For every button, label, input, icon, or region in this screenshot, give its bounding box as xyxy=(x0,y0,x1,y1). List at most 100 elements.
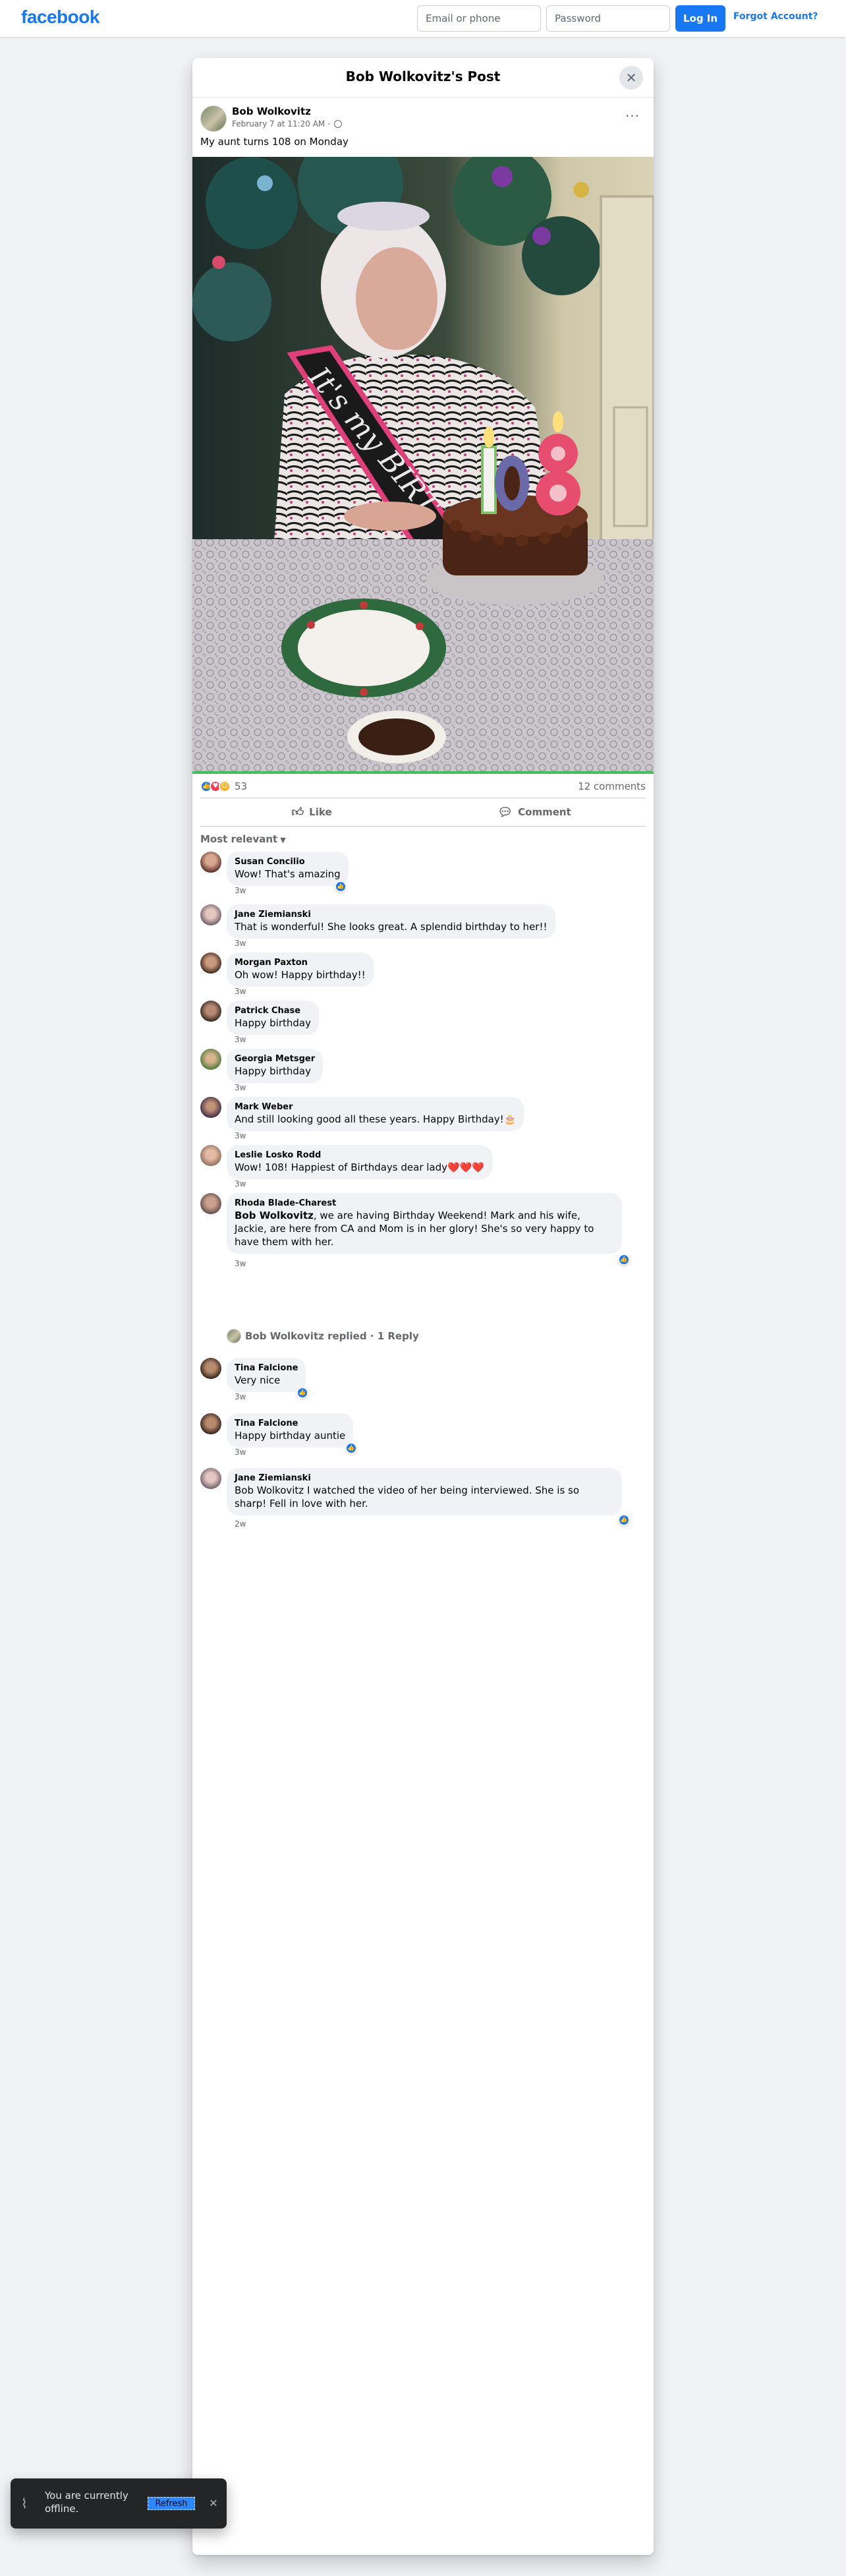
close-button[interactable]: ✕ xyxy=(619,66,643,90)
comment-text-body: Wow! 108! Happiest of Birthdays dear lad… xyxy=(235,1161,448,1173)
close-icon: ✕ xyxy=(625,70,637,86)
comment-like-badge-icon[interactable]: 👍 xyxy=(618,1514,630,1526)
replier-avatar xyxy=(227,1329,241,1343)
commenter-avatar[interactable] xyxy=(200,1097,221,1118)
post-meta: February 7 at 11:20 AM · xyxy=(232,119,343,129)
modal-header: Bob Wolkovitz's Post ✕ xyxy=(192,58,654,98)
comment-timestamp[interactable]: 3w xyxy=(235,1035,246,1044)
commenter-name[interactable]: Jane Ziemianski xyxy=(235,1473,614,1484)
plate xyxy=(298,610,430,686)
close-icon: ✕ xyxy=(209,2497,218,2509)
view-replies-link[interactable]: Bob Wolkovitz replied · 1 Reply xyxy=(227,1329,419,1343)
commenter-name[interactable]: Jane Ziemianski xyxy=(235,910,548,920)
cake-emoji-icon: 🎂 xyxy=(503,1113,517,1125)
commenter-avatar[interactable] xyxy=(200,1145,221,1166)
password-field[interactable] xyxy=(546,5,670,32)
more-icon: ··· xyxy=(625,108,640,124)
author-avatar[interactable] xyxy=(200,105,227,132)
close-toast-button[interactable]: ✕ xyxy=(206,2496,221,2511)
comment-timestamp[interactable]: 3w xyxy=(235,886,246,895)
commenter-name[interactable]: Leslie Losko Rodd xyxy=(235,1150,484,1161)
post-date[interactable]: February 7 at 11:20 AM xyxy=(232,119,325,129)
commenter-name[interactable]: Patrick Chase xyxy=(235,1006,311,1016)
comment-count-link[interactable]: 12 comments xyxy=(578,780,646,792)
commenter-name[interactable]: Georgia Metsger xyxy=(235,1054,315,1065)
comment-timestamp[interactable]: 3w xyxy=(235,1392,246,1401)
commenter-avatar[interactable] xyxy=(200,1001,221,1022)
care-reaction-icon: ☺ xyxy=(219,780,231,792)
commenter-avatar[interactable] xyxy=(200,952,221,974)
like-label: Like xyxy=(309,806,332,818)
offline-message: You are currently offline. xyxy=(45,2490,128,2515)
globe-icon xyxy=(334,120,343,128)
commenter-name[interactable]: Tina Falcione xyxy=(235,1419,345,1429)
top-navigation-bar: facebook Log In Forgot Account? xyxy=(0,0,846,37)
comment-text: Oh wow! Happy birthday!! xyxy=(235,969,366,981)
commenter-avatar[interactable] xyxy=(200,1413,221,1434)
speech-bubble-icon: 💬︎ xyxy=(497,805,513,819)
login-button[interactable]: Log In xyxy=(675,5,725,32)
post-photo[interactable]: It's my BIRT xyxy=(192,157,654,774)
comment-bubble: Mark Weber And still looking good all th… xyxy=(227,1097,524,1131)
comment-like-badge-icon[interactable]: 👍 xyxy=(296,1387,308,1399)
meta-separator: · xyxy=(327,119,331,129)
comment-button[interactable]: 💬︎ Comment xyxy=(423,798,646,826)
commenter-avatar[interactable] xyxy=(200,1193,221,1214)
post-text: My aunt turns 108 on Monday xyxy=(200,136,349,148)
comment-text: Bob Wolkovitz I watched the video of her… xyxy=(235,1484,580,1509)
reaction-summary[interactable]: 👍 ♥ ☺ 53 xyxy=(200,780,247,792)
commenter-name[interactable]: Morgan Paxton xyxy=(235,958,366,968)
commenter-name[interactable]: Rhoda Blade-Charest xyxy=(235,1198,614,1209)
commenter-avatar[interactable] xyxy=(200,1049,221,1070)
comment-timestamp[interactable]: 3w xyxy=(235,1448,246,1457)
comment-bubble: Tina Falcione Happy birthday auntie xyxy=(227,1413,354,1448)
wifi-off-icon: ⌇ xyxy=(21,2496,28,2511)
comment-timestamp[interactable]: 2w xyxy=(235,1519,246,1529)
comment-timestamp[interactable]: 3w xyxy=(235,987,246,996)
comment-bubble: Georgia Metsger Happy birthday xyxy=(227,1049,324,1083)
tiara xyxy=(337,202,430,231)
comment-text: That is wonderful! She looks great. A sp… xyxy=(235,921,548,933)
comment-text-body: And still looking good all these years. … xyxy=(235,1113,504,1125)
comment-like-badge-icon[interactable]: 👍 xyxy=(335,881,347,893)
comment-like-badge-icon[interactable]: 👍 xyxy=(345,1442,357,1454)
post-action-bar: 👍︎ Like 💬︎ Comment xyxy=(200,798,646,827)
commenter-avatar[interactable] xyxy=(200,1358,221,1379)
facebook-logo[interactable]: facebook xyxy=(21,7,99,28)
caret-down-icon: ▼ xyxy=(280,836,286,844)
comment-timestamp[interactable]: 3w xyxy=(235,1179,246,1188)
like-button[interactable]: 👍︎ Like xyxy=(200,798,423,826)
email-field[interactable] xyxy=(417,5,541,32)
commenter-name[interactable]: Mark Weber xyxy=(235,1102,516,1113)
comment-bubble: Susan Concilio Wow! That's amazing xyxy=(227,852,349,886)
refresh-button[interactable]: Refresh xyxy=(148,2497,195,2510)
commenter-avatar[interactable] xyxy=(200,852,221,873)
commenter-name[interactable]: Tina Falcione xyxy=(235,1363,298,1374)
forgot-account-link[interactable]: Forgot Account? xyxy=(733,11,818,22)
thumbs-up-icon: 👍︎ xyxy=(291,805,304,819)
mention-link[interactable]: Bob Wolkovitz xyxy=(235,1210,314,1221)
comment-text: Wow! 108! Happiest of Birthdays dear lad… xyxy=(235,1161,484,1174)
comment-timestamp[interactable]: 3w xyxy=(235,939,246,948)
commenter-avatar[interactable] xyxy=(200,904,221,925)
commenter-avatar[interactable] xyxy=(200,1468,221,1489)
comment-sort-dropdown[interactable]: Most relevant ▼ xyxy=(200,833,286,845)
cabinet xyxy=(600,195,654,554)
comment-timestamp[interactable]: 3w xyxy=(235,1131,246,1140)
comment-bubble: Patrick Chase Happy birthday xyxy=(227,1001,319,1035)
reaction-count: 53 xyxy=(235,780,248,792)
more-options-button[interactable]: ··· xyxy=(622,108,643,129)
comment-text: And still looking good all these years. … xyxy=(235,1113,516,1126)
comment-like-badge-icon[interactable]: 👍 xyxy=(618,1254,630,1266)
author-name[interactable]: Bob Wolkovitz xyxy=(232,105,311,117)
sort-label: Most relevant xyxy=(200,833,278,845)
post-modal: Bob Wolkovitz's Post ✕ Bob Wolkovitz Feb… xyxy=(192,58,654,2555)
comment-text: Happy birthday auntie xyxy=(235,1430,346,1442)
commenter-name[interactable]: Susan Concilio xyxy=(235,857,341,867)
comment-bubble: Leslie Losko Rodd Wow! 108! Happiest of … xyxy=(227,1145,493,1179)
reply-summary: Bob Wolkovitz replied · 1 Reply xyxy=(245,1330,419,1342)
comment-timestamp[interactable]: 3w xyxy=(235,1259,246,1268)
comment-bubble: Jane Ziemianski Bob Wolkovitz I watched … xyxy=(227,1468,622,1515)
offline-toast: ⌇ You are currently offline. Refresh ✕ xyxy=(11,2478,227,2529)
comment-timestamp[interactable]: 3w xyxy=(235,1083,246,1092)
